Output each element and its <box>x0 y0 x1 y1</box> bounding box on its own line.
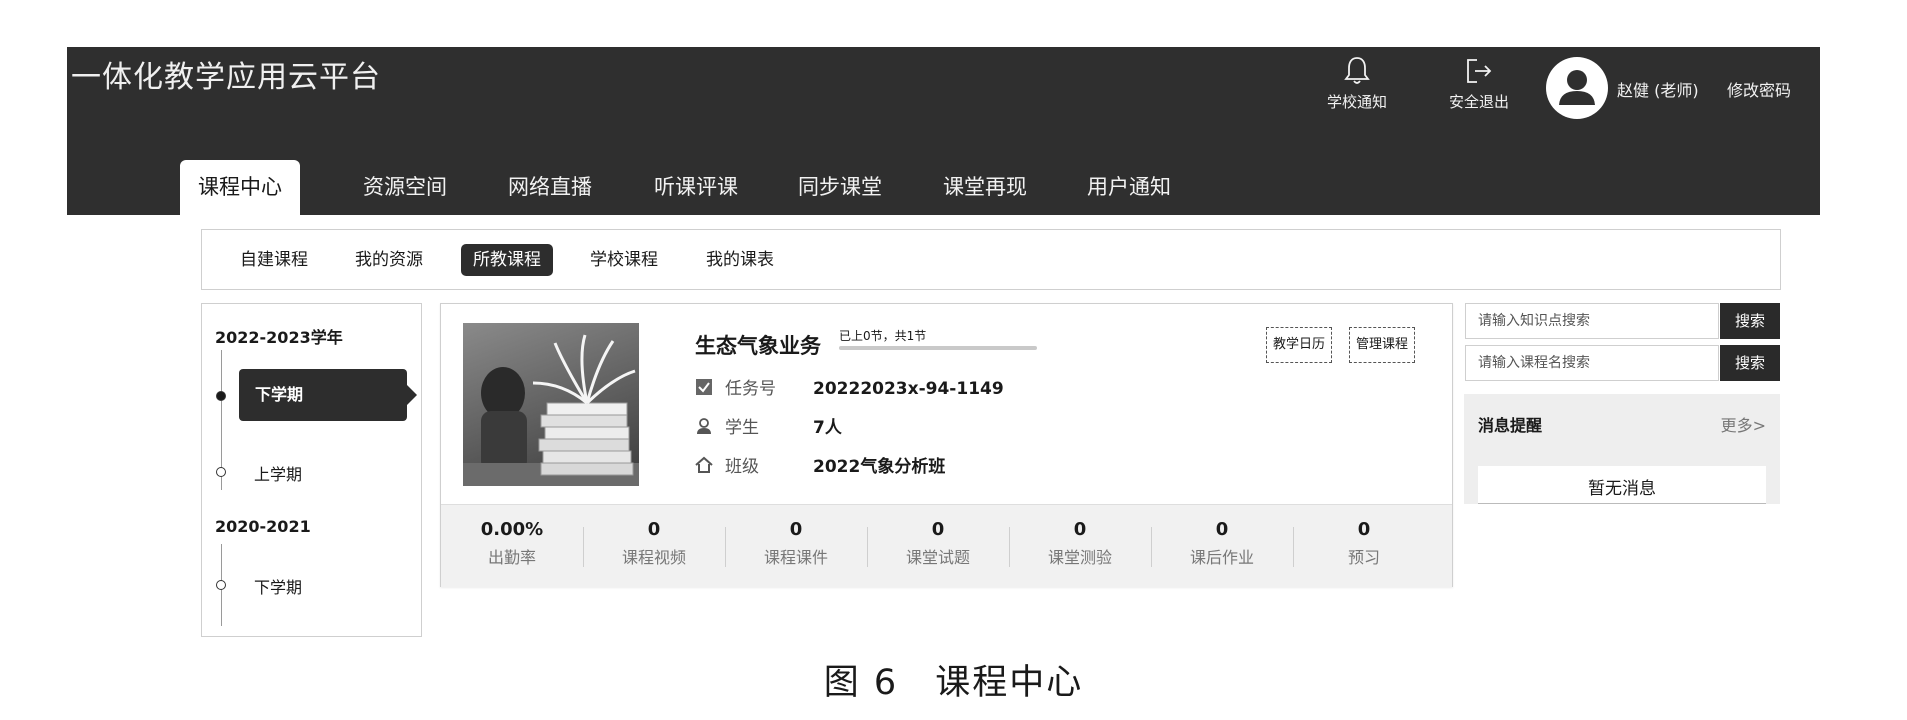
more-messages-link[interactable]: 更多> <box>1721 412 1766 436</box>
knowledge-search-input[interactable] <box>1465 303 1719 339</box>
year-label: 2022-2023学年 <box>215 328 343 347</box>
home-icon <box>695 456 713 479</box>
stat-value: 0 <box>1073 519 1087 540</box>
course-search-button[interactable]: 搜索 <box>1720 345 1780 381</box>
stat-value: 0 <box>1215 519 1229 540</box>
stat-course-slides[interactable]: 0 课程课件 <box>725 505 867 587</box>
sub-nav-bar: 自建课程 我的资源 所教课程 学校课程 我的课表 <box>201 229 1781 290</box>
course-progress-bar <box>839 346 1037 350</box>
tab-resource-space[interactable]: 资源空间 <box>363 160 447 215</box>
year-label: 2020-2021 <box>215 517 311 536</box>
user-name[interactable]: 赵健 (老师) <box>1617 77 1699 101</box>
stat-value: 0 <box>931 519 945 540</box>
stat-attendance[interactable]: 0.00% 出勤率 <box>441 505 583 587</box>
term-panel: 2022-2023学年 下学期 上学期 2020-2021 下学期 <box>201 303 422 637</box>
stat-label: 课堂测验 <box>1047 548 1112 567</box>
sub-nav-self-built-courses[interactable]: 自建课程 <box>240 244 308 276</box>
tab-lesson-review[interactable]: 听课评课 <box>654 160 738 215</box>
class-value: 2022气象分析班 <box>813 457 946 477</box>
stat-homework[interactable]: 0 课后作业 <box>1151 505 1293 587</box>
sub-nav-school-courses[interactable]: 学校课程 <box>590 244 658 276</box>
term-item-autumn[interactable]: 上学期 <box>254 461 302 485</box>
sub-nav-my-timetable[interactable]: 我的课表 <box>706 244 774 276</box>
message-panel: 消息提醒 更多> 暂无消息 <box>1464 394 1780 504</box>
timeline-dot <box>216 391 226 401</box>
tab-course-center[interactable]: 课程中心 <box>180 160 300 215</box>
school-notice-button[interactable]: 学校通知 <box>1312 55 1402 112</box>
class-row: 班级 2022气象分析班 <box>695 452 946 477</box>
task-number-label: 任务号 <box>725 379 776 399</box>
manage-course-button[interactable]: 管理课程 <box>1349 327 1416 363</box>
stat-label: 出勤率 <box>487 548 536 567</box>
sub-nav-my-resources[interactable]: 我的资源 <box>355 244 423 276</box>
teaching-calendar-button[interactable]: 教学日历 <box>1266 327 1333 363</box>
stat-label: 课程课件 <box>763 548 828 567</box>
stat-course-videos[interactable]: 0 课程视频 <box>583 505 725 587</box>
stat-value: 0 <box>789 519 803 540</box>
stat-value: 0 <box>1357 519 1371 540</box>
course-title[interactable]: 生态气象业务 <box>695 330 821 360</box>
term-item-spring[interactable]: 下学期 <box>239 369 417 421</box>
course-search-input[interactable] <box>1465 345 1719 381</box>
timeline-dot <box>216 467 226 477</box>
stat-class-quizzes[interactable]: 0 课堂测验 <box>1009 505 1151 587</box>
avatar[interactable] <box>1546 57 1608 119</box>
term-item-spring-2020[interactable]: 下学期 <box>254 574 302 598</box>
task-number-value: 20222023x-94-1149 <box>813 379 1004 399</box>
school-notice-label: 学校通知 <box>1326 93 1387 111</box>
students-value: 7人 <box>813 418 842 438</box>
figure-caption: 图 6 课程中心 <box>823 663 1084 703</box>
logout-icon <box>1467 59 1492 83</box>
tab-sync-classroom[interactable]: 同步课堂 <box>798 160 882 215</box>
course-stats-bar: 0.00% 出勤率 0 课程视频 0 课程课件 0 课堂试题 0 课堂测验 0 … <box>441 504 1452 587</box>
students-row: 学生 7人 <box>695 413 842 438</box>
user-icon <box>1559 70 1595 105</box>
sub-nav-taught-courses[interactable]: 所教课程 <box>461 244 553 276</box>
logout-label: 安全退出 <box>1448 93 1509 111</box>
timeline-dot <box>216 580 226 590</box>
stat-value: 0.00% <box>480 519 544 540</box>
stat-preview[interactable]: 0 预习 <box>1293 505 1435 587</box>
students-label: 学生 <box>725 418 759 438</box>
logout-button[interactable]: 安全退出 <box>1434 55 1524 112</box>
course-card: 生态气象业务 已上0节，共1节 教学日历 管理课程 任务号 20222023x-9… <box>440 303 1453 587</box>
tab-classroom-replay[interactable]: 课堂再现 <box>943 160 1027 215</box>
knowledge-search-button[interactable]: 搜索 <box>1720 303 1780 339</box>
message-list: 暂无消息 <box>1478 466 1766 504</box>
stat-label: 预习 <box>1347 548 1380 567</box>
bell-icon <box>1344 57 1370 84</box>
tab-live-stream[interactable]: 网络直播 <box>508 160 592 215</box>
book-stack-illustration <box>463 334 639 486</box>
course-cover-image[interactable] <box>463 323 639 486</box>
stat-label: 课后作业 <box>1189 548 1254 567</box>
task-number-row: 任务号 20222023x-94-1149 <box>695 374 1004 399</box>
checklist-icon <box>695 378 713 401</box>
stat-label: 课程视频 <box>621 548 686 567</box>
stat-label: 课堂试题 <box>905 548 970 567</box>
class-label: 班级 <box>725 457 759 477</box>
message-title: 消息提醒 <box>1478 416 1543 435</box>
user-icon <box>695 417 713 440</box>
change-password-link[interactable]: 修改密码 <box>1727 77 1791 101</box>
no-messages-text: 暂无消息 <box>1588 479 1656 499</box>
app-title: 一体化教学应用云平台 <box>71 60 381 95</box>
stat-value: 0 <box>647 519 661 540</box>
tab-user-notice[interactable]: 用户通知 <box>1087 160 1171 215</box>
course-progress-text: 已上0节，共1节 <box>839 329 927 343</box>
stat-class-questions[interactable]: 0 课堂试题 <box>867 505 1009 587</box>
